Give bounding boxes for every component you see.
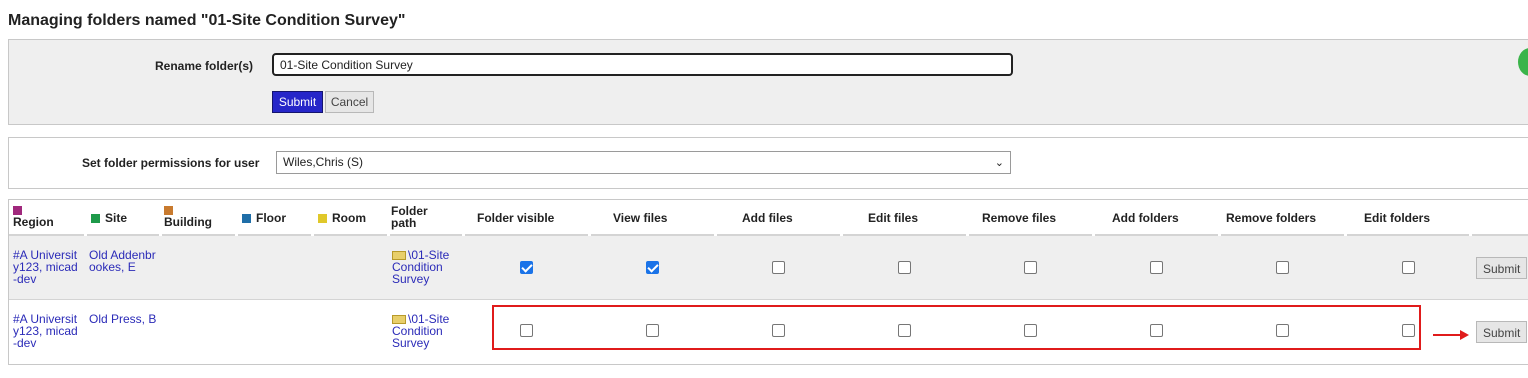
header-divider xyxy=(717,234,840,236)
building-swatch xyxy=(164,206,173,215)
remove-files-checkbox[interactable] xyxy=(1024,261,1037,274)
column-header-region: Region xyxy=(13,204,54,228)
user-select[interactable]: Wiles,Chris (S) ⌄ xyxy=(276,151,1011,174)
column-header-edit-folders: Edit folders xyxy=(1364,211,1431,225)
page-title: Managing folders named "01-Site Conditio… xyxy=(8,12,406,29)
region-link[interactable]: #A University123, micad-dev xyxy=(13,313,81,349)
header-divider xyxy=(1095,234,1218,236)
header-divider xyxy=(465,234,588,236)
column-header-site: Site xyxy=(91,211,127,225)
rename-cancel-button[interactable]: Cancel xyxy=(325,91,374,113)
header-divider xyxy=(969,234,1092,236)
column-header-add-folders: Add folders xyxy=(1112,211,1179,225)
column-header-remove-folders: Remove folders xyxy=(1226,211,1317,225)
header-divider xyxy=(87,234,159,236)
site-link[interactable]: Old Addenbrookes, E xyxy=(89,249,159,273)
column-header-view-files: View files xyxy=(613,211,668,225)
row-submit-button[interactable]: Submit xyxy=(1476,257,1527,279)
column-header-region-label: Region xyxy=(13,215,54,229)
chevron-down-icon: ⌄ xyxy=(994,157,1004,169)
folder-visible-checkbox[interactable] xyxy=(520,261,533,274)
rename-submit-button[interactable]: Submit xyxy=(272,91,323,113)
column-header-site-label: Site xyxy=(105,211,128,225)
row-submit-button[interactable]: Submit xyxy=(1476,321,1527,343)
header-divider xyxy=(591,234,714,236)
rename-folder-input[interactable] xyxy=(272,53,1013,76)
column-header-add-files: Add files xyxy=(742,211,793,225)
site-swatch xyxy=(91,214,100,223)
annotation-arrow-line xyxy=(1433,334,1463,336)
column-header-edit-files: Edit files xyxy=(868,211,919,225)
edit-folders-checkbox[interactable] xyxy=(1402,261,1415,274)
column-header-room: Room xyxy=(318,211,366,225)
column-header-remove-files: Remove files xyxy=(982,211,1057,225)
folder-icon xyxy=(392,315,406,324)
add-folders-checkbox[interactable] xyxy=(1150,261,1163,274)
header-divider xyxy=(1472,234,1528,236)
edit-files-checkbox[interactable] xyxy=(898,261,911,274)
table-row xyxy=(9,236,1528,300)
user-select-value: Wiles,Chris (S) xyxy=(283,155,363,169)
rename-panel: Rename folder(s) Submit Cancel xyxy=(8,39,1528,125)
header-divider xyxy=(390,234,462,236)
annotation-highlight-box xyxy=(492,305,1421,350)
header-divider xyxy=(9,234,84,236)
column-header-folder-path: Folder path xyxy=(391,204,428,230)
column-header-building-label: Building xyxy=(164,215,212,229)
column-header-folder-visible: Folder visible xyxy=(477,211,555,225)
header-divider xyxy=(843,234,966,236)
annotation-arrow-icon xyxy=(1460,330,1469,340)
region-link[interactable]: #A University123, micad-dev xyxy=(13,249,81,285)
header-divider xyxy=(314,234,387,236)
column-header-floor: Floor xyxy=(242,211,286,225)
remove-folders-checkbox[interactable] xyxy=(1276,261,1289,274)
site-link[interactable]: Old Press, B xyxy=(89,313,159,325)
region-swatch xyxy=(13,206,22,215)
rename-folders-label: Rename folder(s) xyxy=(155,59,254,73)
header-divider xyxy=(1221,234,1344,236)
view-files-checkbox[interactable] xyxy=(646,261,659,274)
header-divider xyxy=(238,234,311,236)
column-header-building: Building xyxy=(164,204,212,228)
header-divider xyxy=(1347,234,1469,236)
column-header-floor-label: Floor xyxy=(256,211,286,225)
folder-path-link[interactable]: \01-Site Condition Survey xyxy=(392,313,462,349)
header-divider xyxy=(162,234,235,236)
room-swatch xyxy=(318,214,327,223)
floor-swatch xyxy=(242,214,251,223)
permissions-panel: Set folder permissions for user Wiles,Ch… xyxy=(8,137,1528,189)
permissions-user-label: Set folder permissions for user xyxy=(82,156,260,170)
folder-icon xyxy=(392,251,406,260)
folder-path-link[interactable]: \01-Site Condition Survey xyxy=(392,249,462,285)
add-files-checkbox[interactable] xyxy=(772,261,785,274)
column-header-room-label: Room xyxy=(332,211,366,225)
